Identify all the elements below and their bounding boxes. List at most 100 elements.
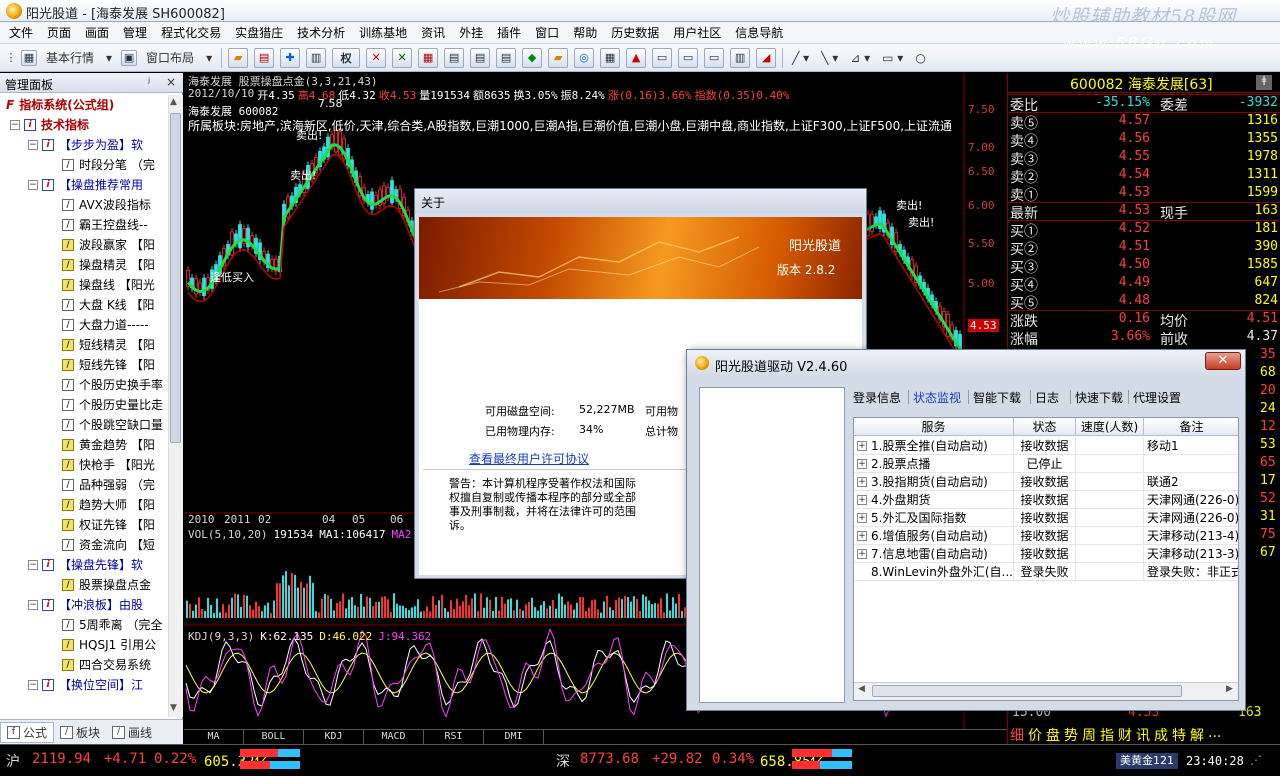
indicator-tab[interactable]: RSI bbox=[424, 730, 484, 744]
tree-item[interactable]: ∕ 霸王控盘线-- bbox=[62, 215, 148, 235]
column-header[interactable]: 备注 bbox=[1144, 418, 1238, 436]
pin-icon[interactable]: ʲ bbox=[148, 75, 150, 89]
plugin-icon[interactable]: ◆ bbox=[522, 47, 543, 68]
quote-mode-button[interactable]: 基本行情 bbox=[40, 49, 100, 66]
tree-item[interactable]: ∕ HQSJ1 引用公 bbox=[62, 635, 156, 655]
open-folder-icon[interactable]: ▰ bbox=[228, 47, 249, 68]
expand-icon[interactable]: + bbox=[857, 494, 867, 505]
panel-tab[interactable]: ∕ 板块 bbox=[54, 724, 106, 741]
column-header[interactable]: 速度(人数) bbox=[1076, 418, 1144, 436]
panel-close-icon[interactable]: × bbox=[166, 75, 176, 89]
column-header[interactable]: 服务 bbox=[854, 418, 1014, 436]
collapse-toggle-icon[interactable]: − bbox=[10, 120, 20, 130]
crosshair-icon[interactable]: ✚ bbox=[280, 47, 301, 68]
dropdown-arrow-icon[interactable]: ▾ bbox=[200, 51, 218, 65]
draw-rect-icon[interactable]: ▭ ▾ bbox=[876, 51, 909, 65]
service-name-cell[interactable]: +7.信息地雷(自动启动) bbox=[854, 545, 1014, 563]
tree-item[interactable]: ∕ 个股历史换手率 bbox=[62, 375, 163, 395]
service-name-cell[interactable]: +6.增值服务(自动启动) bbox=[854, 527, 1014, 545]
tree-item[interactable]: − i 【换位空间】江 bbox=[28, 675, 143, 695]
service-name-cell[interactable]: 8.WinLevin外盘外汇(自... bbox=[854, 563, 1014, 581]
tree-item[interactable]: − i 技术指标 bbox=[10, 115, 89, 135]
expand-icon[interactable]: + bbox=[857, 548, 867, 559]
dropdown-arrow-icon[interactable]: ▾ bbox=[100, 51, 118, 65]
tree-item[interactable]: ∕ 短线先锋 【阳 bbox=[62, 355, 155, 375]
tree-item[interactable]: ∕ 资金流向 【短 bbox=[62, 535, 155, 555]
scrollbar-thumb[interactable] bbox=[170, 113, 181, 443]
collapse-toggle-icon[interactable]: − bbox=[28, 600, 38, 610]
menu-item[interactable]: 资讯 bbox=[414, 22, 452, 44]
menu-item[interactable]: 实盘猎庄 bbox=[228, 22, 290, 44]
collapse-toggle-icon[interactable]: − bbox=[28, 180, 38, 190]
tree-item[interactable]: F 指标系统(公式组) bbox=[6, 95, 114, 115]
warn-icon[interactable]: ▲ bbox=[626, 47, 647, 68]
chart-window-icon[interactable]: ▭ bbox=[652, 47, 673, 68]
expand-icon[interactable]: + bbox=[857, 512, 867, 523]
quote-tab[interactable]: 财 bbox=[1118, 725, 1132, 744]
tree-item[interactable]: ∕ 黄金趋势 【阳 bbox=[62, 435, 155, 455]
menu-item[interactable]: 窗口 bbox=[528, 22, 566, 44]
indicator-tab[interactable]: KDJ bbox=[304, 730, 364, 744]
service-name-cell[interactable]: +4.外盘期货 bbox=[854, 491, 1014, 509]
chart-window-icon[interactable]: ▭ bbox=[704, 47, 725, 68]
money-icon[interactable]: ▰ bbox=[548, 47, 569, 68]
tree-item[interactable]: ∕ 四合交易系统 bbox=[62, 655, 151, 675]
tree-item[interactable]: ∕ 个股历史量比走 bbox=[62, 395, 163, 415]
ticker-badge[interactable]: 美黄金121 bbox=[1116, 753, 1178, 769]
menu-item[interactable]: 技术分析 bbox=[290, 22, 352, 44]
license-link[interactable]: 查看最终用户许可协议 bbox=[469, 450, 589, 467]
scroll-down-icon[interactable]: ▼ bbox=[170, 703, 177, 713]
quote-tab[interactable]: ... bbox=[1208, 725, 1221, 744]
quote-mode-icon[interactable]: ▦ bbox=[21, 49, 37, 66]
indicator-tab[interactable]: BOLL bbox=[244, 730, 304, 744]
tree-item[interactable]: ∕ 短线精灵 【阳 bbox=[62, 335, 155, 355]
panel-tab[interactable]: f 公式 bbox=[0, 721, 55, 743]
collapse-toggle-icon[interactable]: − bbox=[28, 560, 38, 570]
tree-item[interactable]: ∕ 股票操盘点金 bbox=[62, 575, 151, 595]
quan-button[interactable]: 权 bbox=[332, 47, 361, 68]
tree-item[interactable]: ∕ 5周乖离 （完全 bbox=[62, 615, 162, 635]
indicator-tab[interactable]: MACD bbox=[364, 730, 424, 744]
zoom-icon[interactable]: ◎ bbox=[574, 47, 595, 68]
column-header[interactable]: 状态 bbox=[1014, 418, 1076, 436]
grid-icon[interactable]: ▥ bbox=[306, 47, 327, 68]
news-icon[interactable]: ▤ bbox=[470, 47, 491, 68]
driver-tab[interactable]: 登录信息 bbox=[853, 389, 901, 406]
draw-ray-icon[interactable]: ╲ ▾ bbox=[815, 51, 844, 65]
tree-item[interactable]: ∕ 波段赢家 【阳 bbox=[62, 235, 155, 255]
expand-icon[interactable]: + bbox=[857, 440, 867, 451]
menu-item[interactable]: 程式化交易 bbox=[154, 22, 228, 44]
indicator-tab[interactable]: MA bbox=[184, 730, 244, 744]
menu-item[interactable]: 信息导航 bbox=[728, 22, 790, 44]
collapse-toggle-icon[interactable]: − bbox=[28, 680, 38, 690]
menu-item[interactable]: 文件 bbox=[2, 22, 40, 44]
expand-icon[interactable]: + bbox=[857, 530, 867, 541]
quote-tab[interactable]: 解 bbox=[1190, 725, 1204, 744]
draw-circle-icon[interactable]: ○ bbox=[909, 51, 931, 65]
window-layout-icon[interactable]: ▣ bbox=[121, 49, 138, 66]
menu-item[interactable]: 外挂 bbox=[452, 22, 490, 44]
calc-icon[interactable]: ▦ bbox=[600, 47, 621, 68]
draw-channel-icon[interactable]: ⊿ ▾ bbox=[844, 51, 876, 65]
expand-icon[interactable]: + bbox=[857, 458, 867, 469]
expand-icon[interactable]: + bbox=[857, 476, 867, 487]
tree-item[interactable]: − i 【操盘推荐常用 bbox=[28, 175, 143, 195]
menu-item[interactable]: 历史数据 bbox=[604, 22, 666, 44]
indicator-tab[interactable]: DMI bbox=[484, 730, 544, 744]
service-name-cell[interactable]: +3.股指期货(自动启动) bbox=[854, 473, 1014, 491]
document-icon[interactable]: ▤ bbox=[444, 47, 465, 68]
quote-tab[interactable]: 成 bbox=[1154, 725, 1168, 744]
quote-tab[interactable]: 价 bbox=[1028, 725, 1042, 744]
menu-item[interactable]: 用户社区 bbox=[666, 22, 728, 44]
tree-item[interactable]: ∕ 大盘力道----- bbox=[62, 315, 149, 335]
tree-item[interactable]: ∕ 快枪手 【阳光 bbox=[62, 455, 155, 475]
tree-item[interactable]: ∕ 趋势大师 【阳 bbox=[62, 495, 155, 515]
tree-item[interactable]: ∕ 大盘 K线 【阳 bbox=[62, 295, 155, 315]
indicator-icon[interactable]: ✕ bbox=[366, 47, 387, 68]
about-titlebar[interactable]: 关于 bbox=[415, 189, 866, 213]
chart-window-icon[interactable]: ▭ bbox=[678, 47, 699, 68]
stock-pick-icon[interactable]: ▦ bbox=[418, 47, 439, 68]
tree-item[interactable]: ∕ 个股跳空缺口量 bbox=[62, 415, 163, 435]
scroll-left-icon[interactable]: ◀ bbox=[858, 684, 865, 694]
driver-tab[interactable]: 快速下载 bbox=[1075, 389, 1123, 406]
